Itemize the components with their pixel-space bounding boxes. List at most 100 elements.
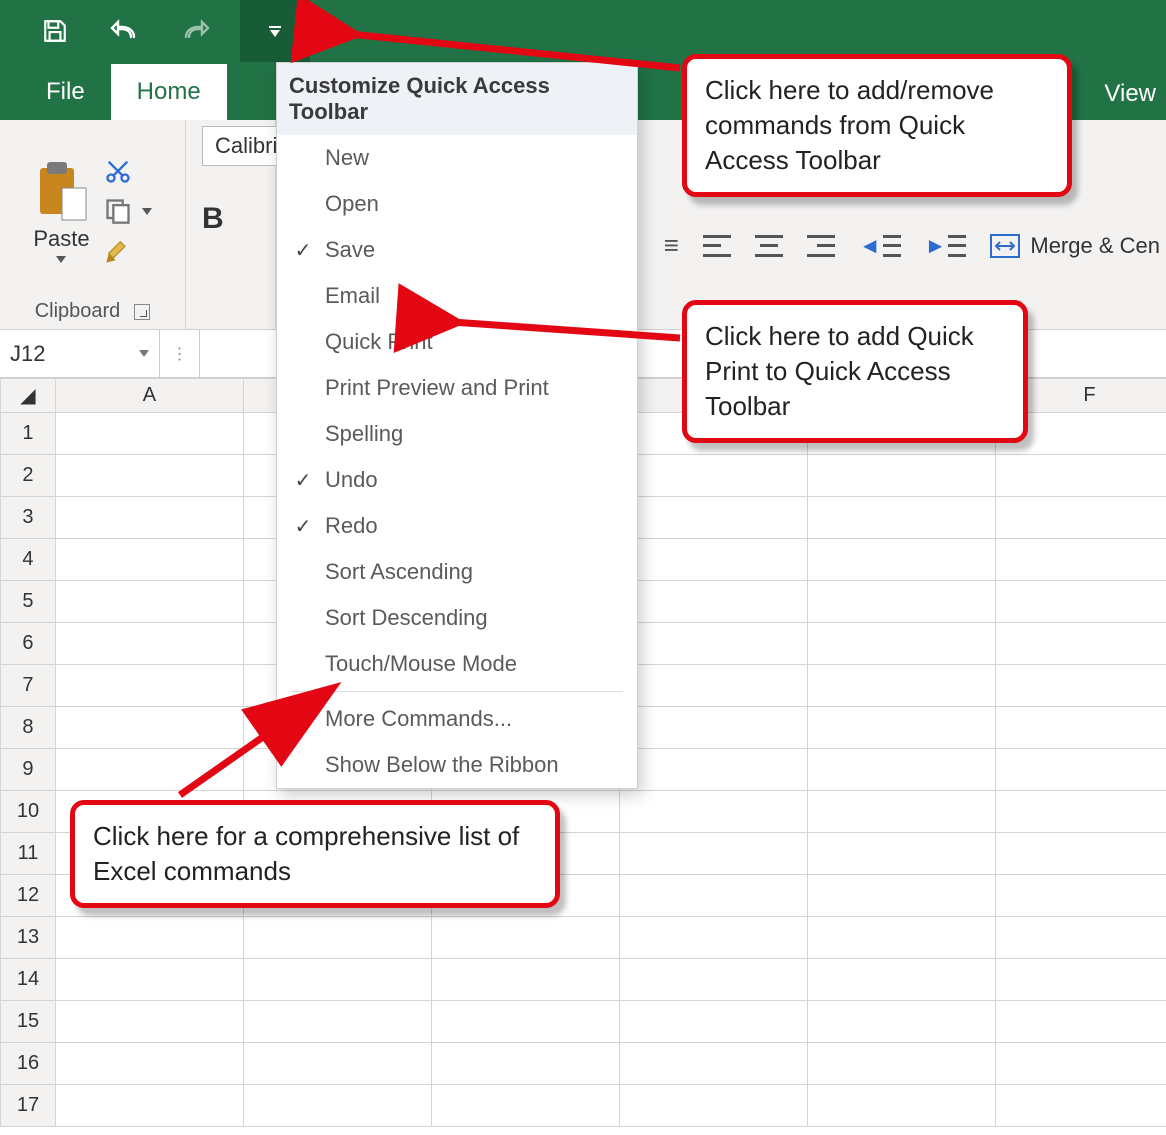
row-header[interactable]: 12 (1, 875, 56, 917)
qat-menu-item[interactable]: ✓Undo (277, 457, 637, 503)
cell[interactable] (619, 665, 807, 707)
cell[interactable] (55, 455, 243, 497)
qat-menu-item[interactable]: Print Preview and Print (277, 365, 637, 411)
row-header[interactable]: 17 (1, 1085, 56, 1127)
row-header[interactable]: 16 (1, 1043, 56, 1085)
cell[interactable] (243, 1001, 431, 1043)
cell[interactable] (995, 665, 1166, 707)
cell[interactable] (807, 623, 995, 665)
bold-button[interactable]: B (202, 202, 224, 236)
qat-save-button[interactable] (20, 0, 90, 62)
merge-center-button[interactable]: Merge & Cen (990, 233, 1160, 259)
clipboard-dialog-launcher[interactable] (134, 304, 150, 320)
cell[interactable] (995, 917, 1166, 959)
cell[interactable] (55, 917, 243, 959)
cell[interactable] (807, 959, 995, 1001)
cell[interactable] (619, 791, 807, 833)
cell[interactable] (431, 959, 619, 1001)
align-left-button[interactable] (703, 235, 731, 257)
cell[interactable] (243, 1085, 431, 1127)
cell[interactable] (807, 833, 995, 875)
qat-undo-button[interactable] (90, 0, 160, 62)
cell[interactable] (619, 623, 807, 665)
cell[interactable] (995, 581, 1166, 623)
row-header[interactable]: 11 (1, 833, 56, 875)
cell[interactable] (807, 875, 995, 917)
cell[interactable] (619, 959, 807, 1001)
row-header[interactable]: 14 (1, 959, 56, 1001)
cell[interactable] (995, 707, 1166, 749)
cell[interactable] (619, 1001, 807, 1043)
cell[interactable] (807, 791, 995, 833)
cell[interactable] (619, 833, 807, 875)
cell[interactable] (55, 959, 243, 1001)
qat-menu-item[interactable]: ✓Save (277, 227, 637, 273)
cell[interactable] (807, 1001, 995, 1043)
select-all-corner[interactable]: ◢ (1, 379, 56, 413)
cell[interactable] (619, 539, 807, 581)
row-header[interactable]: 15 (1, 1001, 56, 1043)
cell[interactable] (55, 1085, 243, 1127)
row-header[interactable]: 4 (1, 539, 56, 581)
cell[interactable] (807, 1085, 995, 1127)
cell[interactable] (55, 1001, 243, 1043)
cell[interactable] (995, 497, 1166, 539)
formula-bar-buttons[interactable]: ⋮ (160, 330, 200, 377)
cell[interactable] (619, 749, 807, 791)
align-top-button[interactable]: ≡ (664, 230, 679, 261)
row-header[interactable]: 7 (1, 665, 56, 707)
cell[interactable] (995, 959, 1166, 1001)
cell[interactable] (807, 1043, 995, 1085)
qat-menu-item[interactable]: ✓Redo (277, 503, 637, 549)
cell[interactable] (431, 917, 619, 959)
cell[interactable] (55, 497, 243, 539)
cell[interactable] (619, 497, 807, 539)
cell[interactable] (619, 1043, 807, 1085)
row-header[interactable]: 2 (1, 455, 56, 497)
cell[interactable] (995, 875, 1166, 917)
qat-menu-item[interactable]: Open (277, 181, 637, 227)
cell[interactable] (619, 917, 807, 959)
tab-home[interactable]: Home (111, 64, 227, 120)
paste-button[interactable]: Paste (33, 160, 89, 263)
row-header[interactable]: 3 (1, 497, 56, 539)
qat-menu-item[interactable]: Sort Descending (277, 595, 637, 641)
row-header[interactable]: 1 (1, 413, 56, 455)
align-right-button[interactable] (807, 235, 835, 257)
cell[interactable] (619, 1085, 807, 1127)
row-header[interactable]: 10 (1, 791, 56, 833)
row-header[interactable]: 9 (1, 749, 56, 791)
cell[interactable] (55, 413, 243, 455)
cell[interactable] (995, 1043, 1166, 1085)
cell[interactable] (995, 455, 1166, 497)
cell[interactable] (243, 1043, 431, 1085)
name-box[interactable]: J12 (0, 330, 160, 377)
cell[interactable] (431, 1001, 619, 1043)
cell[interactable] (619, 875, 807, 917)
cell[interactable] (243, 917, 431, 959)
cell[interactable] (995, 539, 1166, 581)
cell[interactable] (619, 455, 807, 497)
cell[interactable] (807, 665, 995, 707)
cell[interactable] (995, 623, 1166, 665)
qat-menu-item[interactable]: Spelling (277, 411, 637, 457)
row-header[interactable]: 5 (1, 581, 56, 623)
cell[interactable] (55, 1043, 243, 1085)
row-header[interactable]: 8 (1, 707, 56, 749)
cell[interactable] (995, 791, 1166, 833)
cell[interactable] (995, 1001, 1166, 1043)
tab-file[interactable]: File (20, 64, 111, 120)
cell[interactable] (55, 539, 243, 581)
cell[interactable] (995, 749, 1166, 791)
copy-button[interactable] (104, 197, 152, 225)
cell[interactable] (243, 959, 431, 1001)
cell[interactable] (995, 833, 1166, 875)
cell[interactable] (807, 707, 995, 749)
qat-redo-button[interactable] (160, 0, 230, 62)
cell[interactable] (619, 707, 807, 749)
increase-indent-button[interactable]: ► (925, 233, 967, 259)
cell[interactable] (619, 581, 807, 623)
tab-view[interactable]: View (1094, 62, 1166, 126)
qat-menu-item[interactable]: Sort Ascending (277, 549, 637, 595)
cell[interactable] (995, 1085, 1166, 1127)
